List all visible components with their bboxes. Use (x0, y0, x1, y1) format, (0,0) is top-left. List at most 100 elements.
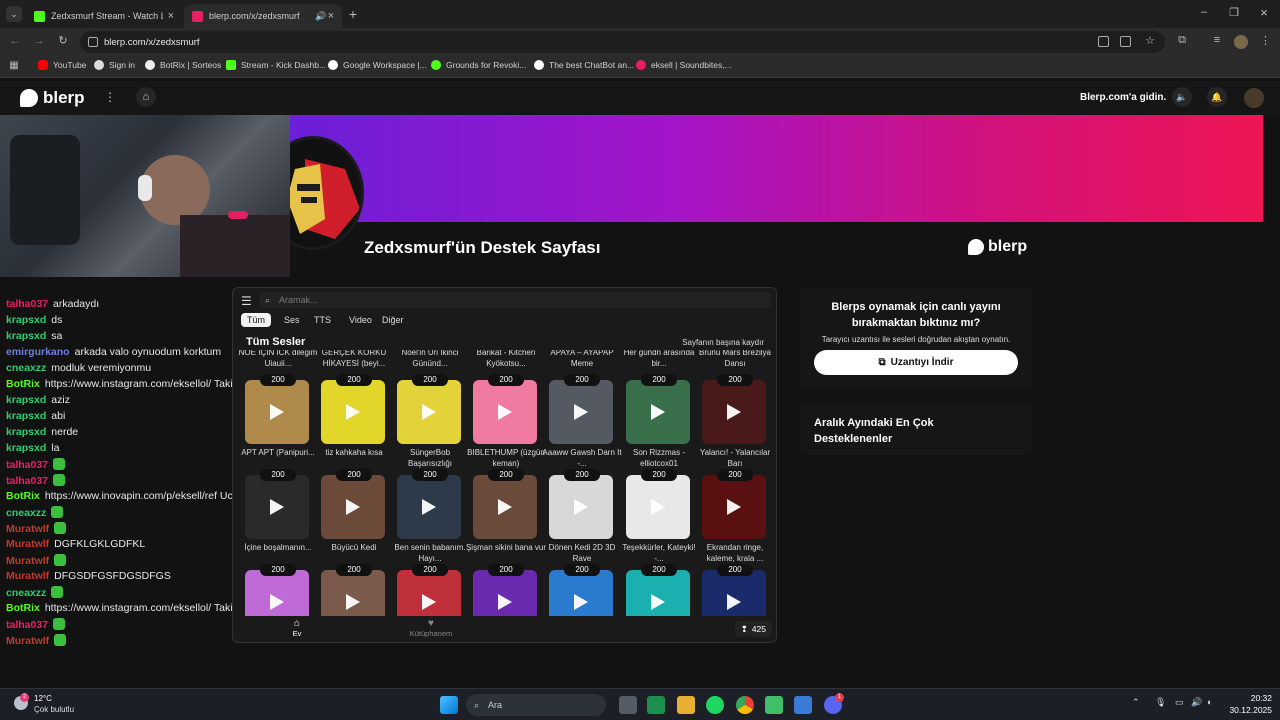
play-icon[interactable] (727, 594, 741, 610)
sound-caption-partial[interactable]: Barikat - Kitchen Kyökotsu... (465, 350, 547, 369)
sound-thumbnail[interactable] (245, 475, 309, 539)
chat-username[interactable]: cneaxzz (6, 587, 46, 599)
sound-thumbnail[interactable] (549, 380, 613, 444)
sound-thumbnail[interactable] (397, 475, 461, 539)
sound-thumbnail[interactable] (321, 570, 385, 616)
play-icon[interactable] (346, 594, 360, 610)
chat-username[interactable]: BotRix (6, 378, 40, 390)
play-icon[interactable] (651, 404, 665, 420)
site-info-icon[interactable] (88, 37, 98, 47)
chat-username[interactable]: Muratwlf (6, 570, 49, 582)
excel-icon[interactable] (647, 696, 665, 714)
sound-thumbnail[interactable] (549, 475, 613, 539)
bookmark-botrix[interactable]: BotRix | Sorteos (145, 60, 221, 70)
play-icon[interactable] (498, 404, 512, 420)
blerp-logo[interactable]: blerp (20, 88, 85, 108)
minimize-window-icon[interactable]: – (1196, 6, 1212, 18)
sound-thumbnail[interactable] (626, 475, 690, 539)
sound-thumbnail[interactable] (473, 570, 537, 616)
menu-kebab-icon[interactable]: ⋮ (1260, 34, 1271, 47)
close-window-icon[interactable]: × (1256, 5, 1272, 20)
volume-icon[interactable]: 🔈 (1172, 87, 1192, 107)
chat-username[interactable]: Muratwlf (6, 635, 49, 647)
category-tts[interactable]: TTS (308, 313, 337, 327)
chat-username[interactable]: krapsxd (6, 330, 46, 342)
tab-blerp[interactable]: blerp.com/x/zedxsmurf 🔊 × (184, 4, 342, 28)
bookmark-chatbot[interactable]: The best ChatBot an... (534, 60, 634, 70)
notifications-icon[interactable]: ◐ (1207, 697, 1212, 707)
tab-search-icon[interactable]: ⌄ (6, 6, 22, 22)
sound-caption-partial[interactable]: Brunu Mars Brezilya Dansı (694, 350, 776, 369)
chat-username[interactable]: krapsxd (6, 426, 46, 438)
play-icon[interactable] (498, 499, 512, 515)
file-explorer-icon[interactable] (677, 696, 695, 714)
chat-username[interactable]: talha037 (6, 619, 48, 631)
notification-bell-icon[interactable]: 🔔 (1207, 87, 1227, 107)
nav-library[interactable]: ♥ Kütüphanem (401, 618, 461, 638)
sound-caption-partial[interactable]: GERÇEK KORKU HİKAYESİ (beyi... (313, 350, 395, 369)
play-icon[interactable] (270, 499, 284, 515)
install-app-icon[interactable] (1120, 36, 1131, 47)
play-icon[interactable] (346, 404, 360, 420)
play-icon[interactable] (727, 499, 741, 515)
category-sound[interactable]: Ses (278, 313, 306, 327)
play-icon[interactable] (270, 594, 284, 610)
reload-icon[interactable]: ↻ (56, 34, 70, 47)
scroll-to-top-link[interactable]: Sayfanın başına kaydır (682, 338, 764, 347)
apps-grid-icon[interactable]: ▦ (8, 60, 20, 71)
media-controls-icon[interactable]: ≡ (1210, 34, 1224, 46)
app-icon-green[interactable] (765, 696, 783, 714)
play-icon[interactable] (422, 499, 436, 515)
sound-thumbnail[interactable] (702, 570, 766, 616)
close-tab-icon[interactable]: × (168, 10, 174, 22)
speaker-icon[interactable]: 🔊 (1191, 697, 1202, 708)
chat-username[interactable]: cneaxzz (6, 507, 46, 519)
sound-caption-partial[interactable]: Noel'in Üri İkinci Gününd... (389, 350, 471, 369)
chat-username[interactable]: krapsxd (6, 314, 46, 326)
back-icon[interactable]: ← (8, 35, 22, 47)
sound-thumbnail[interactable] (549, 570, 613, 616)
bookmark-google-workspace[interactable]: Google Workspace |... (328, 60, 427, 70)
restore-window-icon[interactable]: ❐ (1226, 6, 1242, 19)
play-icon[interactable] (498, 594, 512, 610)
bookmark-sign-in[interactable]: Sign in (94, 60, 135, 70)
sound-thumbnail[interactable] (702, 380, 766, 444)
play-icon[interactable] (727, 404, 741, 420)
profile-avatar[interactable] (1234, 35, 1248, 49)
points-badge[interactable]: ❢ 425 (734, 621, 772, 637)
category-other[interactable]: Diğer (376, 313, 410, 327)
sound-thumbnail[interactable] (626, 380, 690, 444)
chat-username[interactable]: krapsxd (6, 394, 46, 406)
spotify-icon[interactable] (706, 696, 724, 714)
download-extension-button[interactable]: ⧉ Uzantıyı İndir (814, 350, 1018, 375)
microphone-icon[interactable]: 🎙 (1155, 697, 1166, 708)
play-icon[interactable] (651, 594, 665, 610)
go-to-blerp-link[interactable]: Blerp.com'a gidin. (1080, 92, 1166, 103)
taskbar-search[interactable]: ⌕ Ara (466, 694, 606, 716)
bookmark-youtube[interactable]: YouTube (38, 60, 86, 70)
start-windows-icon[interactable] (440, 696, 458, 714)
category-video[interactable]: Video (343, 313, 378, 327)
play-icon[interactable] (651, 499, 665, 515)
home-icon[interactable]: ⌂ (136, 87, 156, 107)
sound-thumbnail[interactable] (626, 570, 690, 616)
chat-username[interactable]: talha037 (6, 459, 48, 471)
sound-thumbnail[interactable] (245, 570, 309, 616)
chat-username[interactable]: Muratwlf (6, 523, 49, 535)
nav-home[interactable]: ⌂ Ev (285, 618, 309, 638)
tray-chevron-icon[interactable]: ⌃ (1132, 697, 1140, 708)
chat-username[interactable]: emirgurkano (6, 346, 70, 358)
play-icon[interactable] (346, 499, 360, 515)
task-view-icon[interactable] (619, 696, 637, 714)
bookmark-eksell[interactable]: eksell | Soundbites,... (636, 60, 732, 70)
chat-username[interactable]: talha037 (6, 475, 48, 487)
sound-thumbnail[interactable] (702, 475, 766, 539)
chrome-icon[interactable] (736, 696, 754, 714)
play-icon[interactable] (270, 404, 284, 420)
chat-username[interactable]: talha037 (6, 298, 48, 310)
chat-username[interactable]: krapsxd (6, 410, 46, 422)
category-all[interactable]: Tüm (241, 313, 271, 327)
extensions-icon[interactable]: ⧉ (1175, 34, 1189, 47)
hamburger-menu-icon[interactable]: ☰ (241, 294, 252, 308)
bookmark-star-icon[interactable]: ☆ (1145, 34, 1155, 47)
